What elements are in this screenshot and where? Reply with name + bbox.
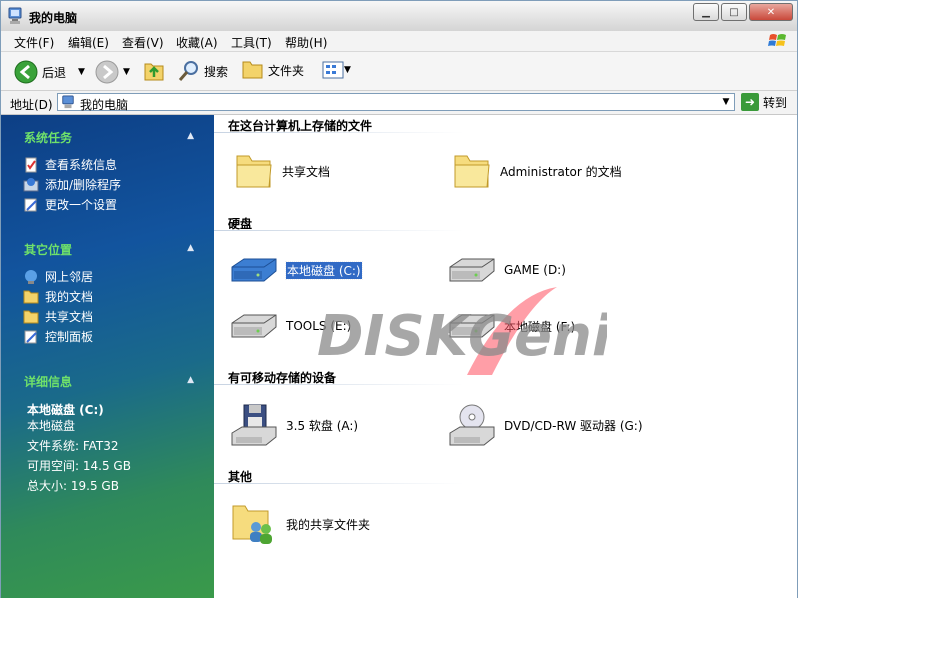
minimize-icon: ▁ <box>702 6 710 18</box>
maximize-button[interactable]: □ <box>721 3 747 21</box>
folder-icon <box>242 61 263 79</box>
search-button[interactable]: 搜索 <box>178 60 228 82</box>
chevron-down-icon[interactable]: ▼ <box>123 67 130 77</box>
shared-folders-icon <box>232 505 272 544</box>
views-button[interactable]: ▼ <box>322 60 351 80</box>
go-arrow-icon: ➜ <box>741 93 759 111</box>
system-tasks-title[interactable]: 系统任务 <box>24 129 72 146</box>
drive-e-item[interactable]: TOOLS (E:) <box>230 311 351 341</box>
shared-folder-icon <box>23 310 39 323</box>
hard-drive-icon <box>449 314 495 338</box>
address-input[interactable]: 我的电脑 ▼ <box>57 93 735 112</box>
search-label: 搜索 <box>204 64 229 79</box>
drive-c-item[interactable]: 本地磁盘 (C:) <box>230 255 363 285</box>
group-divider <box>214 132 464 133</box>
add-remove-programs-link[interactable]: 添加/删除程序 <box>23 176 121 193</box>
add-remove-programs-icon <box>23 177 39 191</box>
menu-view[interactable]: 查看(V) <box>122 34 164 51</box>
window-title: 我的电脑 <box>29 11 78 25</box>
group-divider <box>214 230 464 231</box>
folders-label: 文件夹 <box>268 63 305 78</box>
network-icon <box>25 269 37 284</box>
minimize-button[interactable]: ▁ <box>693 3 719 21</box>
views-icon <box>322 61 344 79</box>
back-button[interactable]: 后退 ▼ <box>14 60 85 84</box>
hard-drive-icon <box>231 258 277 282</box>
view-system-info-link[interactable]: 查看系统信息 <box>23 156 117 173</box>
details-kind: 本地磁盘 <box>27 419 76 433</box>
my-computer-icon <box>62 95 74 109</box>
dvd-g-item[interactable]: DVD/CD-RW 驱动器 (G:) <box>448 403 643 447</box>
maximize-icon: □ <box>729 6 739 18</box>
close-button[interactable]: ✕ <box>749 3 793 21</box>
details-title[interactable]: 详细信息 <box>24 373 72 390</box>
back-label: 后退 <box>42 65 67 80</box>
chevron-down-icon[interactable]: ▼ <box>78 67 85 77</box>
up-folder-button[interactable] <box>143 60 165 82</box>
details-total-size: 总大小: 19.5 GB <box>27 479 119 493</box>
address-bar: 地址(D) 我的电脑 ▼ ➜ 转到 <box>1 91 797 115</box>
floppy-drive-icon <box>231 404 277 446</box>
address-label: 地址(D) <box>10 98 53 112</box>
collapse-icon[interactable]: ▲ <box>187 243 194 253</box>
settings-icon <box>24 198 37 211</box>
up-folder-icon <box>144 63 164 81</box>
drive-f-item[interactable]: 本地磁盘 (F:) <box>448 311 575 341</box>
network-places-link[interactable]: 网上邻居 <box>23 268 93 285</box>
details-name: 本地磁盘 (C:) <box>27 403 104 417</box>
shared-documents-item[interactable]: 共享文档 <box>234 151 330 191</box>
my-documents-link[interactable]: 我的文档 <box>23 288 93 305</box>
documents-folder-icon <box>23 290 39 303</box>
content-area: 在这台计算机上存储的文件 共享文档 Administrator 的文档 硬盘 本… <box>214 115 797 598</box>
administrator-documents-item[interactable]: Administrator 的文档 <box>452 151 622 191</box>
address-value: 我的电脑 <box>80 98 129 112</box>
details-filesystem: 文件系统: FAT32 <box>27 439 119 453</box>
folder-icon <box>454 155 490 188</box>
go-button[interactable]: ➜ 转到 <box>741 93 787 111</box>
dvd-drive-icon <box>449 404 495 446</box>
back-arrow-icon <box>14 60 38 84</box>
search-icon <box>178 61 198 81</box>
menu-bar: 文件(F) 编辑(E) 查看(V) 收藏(A) 工具(T) 帮助(H) <box>1 31 797 52</box>
chevron-down-icon[interactable]: ▼ <box>344 65 351 75</box>
group-divider <box>214 483 464 484</box>
shared-documents-link[interactable]: 共享文档 <box>23 308 93 325</box>
group-divider <box>214 384 464 385</box>
close-icon: ✕ <box>766 6 776 18</box>
collapse-icon[interactable]: ▲ <box>187 131 194 141</box>
drive-d-item[interactable]: GAME (D:) <box>448 255 566 285</box>
my-computer-icon <box>8 7 22 24</box>
collapse-icon[interactable]: ▲ <box>187 375 194 385</box>
go-label: 转到 <box>763 95 788 110</box>
menu-edit[interactable]: 编辑(E) <box>68 34 109 51</box>
change-setting-link[interactable]: 更改一个设置 <box>23 196 117 213</box>
toolbar: 后退 ▼ ▼ 搜索 文件夹 ▼ <box>1 52 797 91</box>
control-panel-link[interactable]: 控制面板 <box>23 328 93 345</box>
details-free-space: 可用空间: 14.5 GB <box>27 459 131 473</box>
chevron-down-icon[interactable]: ▼ <box>720 95 732 109</box>
hard-drive-icon <box>231 314 277 338</box>
other-places-title[interactable]: 其它位置 <box>24 241 72 258</box>
menu-file[interactable]: 文件(F) <box>14 34 54 51</box>
windows-logo-icon <box>768 34 786 46</box>
menu-help[interactable]: 帮助(H) <box>285 34 327 51</box>
folder-icon <box>236 155 272 188</box>
task-pane: 系统任务 ▲ 查看系统信息 添加/删除程序 更改一个设置 其它位置 ▲ 网上邻居 <box>1 115 214 598</box>
title-bar[interactable]: 我的电脑 ▁ □ ✕ <box>1 1 797 32</box>
folders-button[interactable]: 文件夹 <box>242 60 304 80</box>
hard-drive-icon <box>449 258 495 282</box>
my-shared-folders-item[interactable]: 我的共享文件夹 <box>230 501 370 547</box>
floppy-a-item[interactable]: 3.5 软盘 (A:) <box>230 403 358 447</box>
explorer-window: 我的电脑 ▁ □ ✕ 文件(F) 编辑(E) 查看(V) 收藏(A) 工具(T)… <box>0 0 798 598</box>
forward-button[interactable]: ▼ <box>95 60 130 84</box>
menu-favorites[interactable]: 收藏(A) <box>176 34 218 51</box>
forward-arrow-icon <box>95 60 119 84</box>
control-panel-icon <box>24 330 37 343</box>
menu-tools[interactable]: 工具(T) <box>231 34 272 51</box>
system-info-icon <box>25 157 37 172</box>
